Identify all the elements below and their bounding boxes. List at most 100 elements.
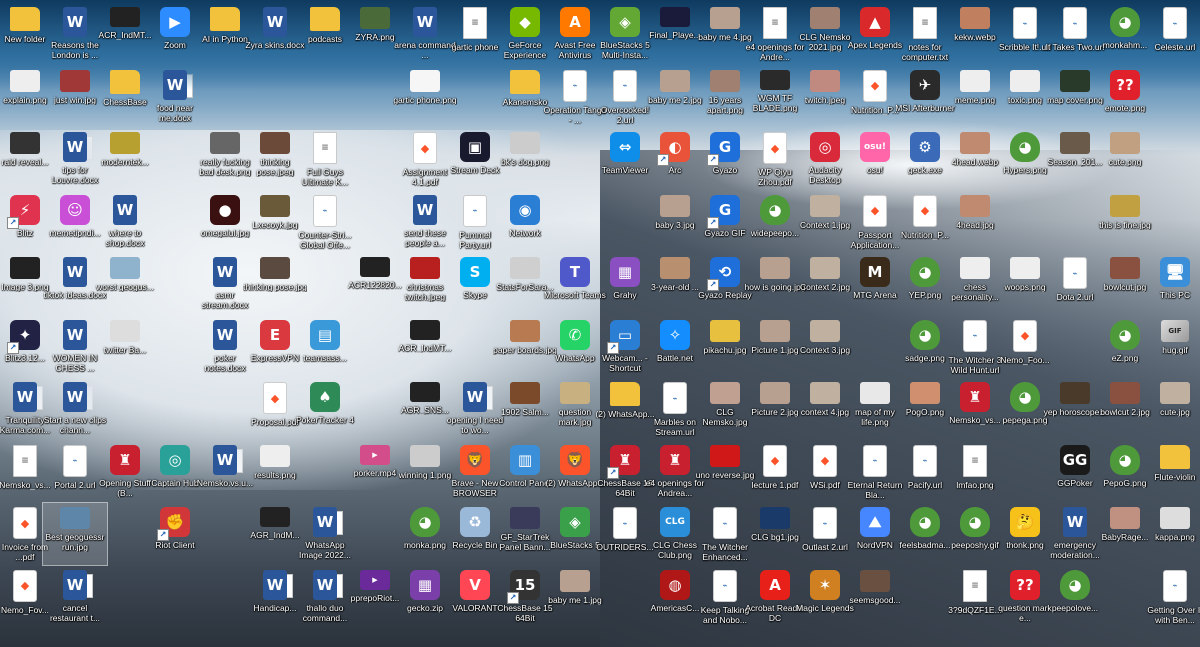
desktop-icon[interactable]: ▤ teamsass... (293, 316, 357, 378)
desktop-icon[interactable]: ⌁ Counter-Stri... Global Offe... (293, 191, 357, 253)
desktop-icon[interactable]: twitter Ba... (93, 316, 157, 378)
desktop-icon[interactable]: Best geoguessr run.jpg (42, 502, 108, 566)
pepe-image-icon: ◕ (960, 507, 990, 537)
image-file-icon (110, 132, 140, 154)
pepe-image-icon: ◕ (910, 507, 940, 537)
desktop-icon-label: WhatsApp Image 2022... (299, 540, 351, 560)
desktop-icon[interactable]: bk's dog.png (493, 128, 557, 190)
image-file-icon (1110, 507, 1140, 529)
pepe-image-icon: ◕ (1110, 319, 1140, 350)
image-file-icon (710, 444, 740, 467)
image-file-icon (510, 382, 540, 404)
expressvpn-icon: E (260, 319, 290, 350)
image-file-icon (660, 257, 690, 279)
desktop-icon[interactable]: 🖥 This PC (1143, 253, 1200, 315)
word-document-icon: W (263, 7, 293, 37)
desktop-icon-label: food near me.docx (157, 102, 193, 123)
desktop-icon[interactable]: ⌁ Getting Over It with Ben... (1143, 566, 1200, 628)
desktop-icon-label: Flute-violin (1154, 471, 1196, 482)
desktop-icon[interactable]: this is fine.jpg (1093, 191, 1157, 253)
desktop-icon[interactable]: ⌁ Celeste.url (1143, 3, 1200, 65)
desktop-icon[interactable]: Wwhere to shop.docx (93, 191, 157, 253)
image-file-icon (410, 257, 440, 279)
desktop-icon[interactable]: Context 3.jpg (793, 316, 857, 378)
word-document-icon: W (463, 382, 493, 412)
folder-icon (110, 69, 140, 94)
desktop-icon[interactable]: ♠ PokerTracker 4 (293, 378, 357, 440)
desktop-icon[interactable]: 4head.jpg (943, 191, 1007, 253)
desktop-icon[interactable]: ✊Riot Client (143, 503, 207, 565)
desktop-icon-label: moderntek... (101, 157, 149, 167)
image-file-icon (960, 7, 990, 29)
chessbase-icon: ♜ (110, 444, 140, 475)
avast-icon: A (560, 7, 590, 37)
desktop-icon[interactable]: W WhatsApp Image 2022... (293, 503, 357, 565)
desktop-icon-label: baby me 1.jpg (548, 594, 602, 605)
desktop[interactable]: New folderexplain.pngraid reveal...⚡Blit… (0, 0, 1200, 647)
desktop-icon[interactable]: ?? emote.png (1093, 66, 1157, 128)
desktop-icon[interactable]: gartic phone.png (393, 66, 457, 128)
magic-legends-icon: ✶ (810, 569, 840, 600)
image-file-icon (860, 382, 890, 404)
image-file-icon (1160, 382, 1190, 404)
desktop-icon[interactable]: ◆ Nemo_Foo... (993, 316, 1057, 378)
desktop-icon[interactable]: Flute-violin (1143, 441, 1200, 503)
desktop-icon-label: emote.png (1104, 102, 1146, 113)
desktop-icon[interactable]: GIF hug.gif (1143, 316, 1200, 378)
folder-icon (10, 7, 40, 31)
desktop-icon[interactable]: ≡ Full Guys Ultimate K... (293, 128, 357, 190)
desktop-icon[interactable]: thinking pose.jpg (243, 253, 307, 315)
image-file-icon (1060, 382, 1090, 404)
desktop-icon[interactable]: cute.jpg (1143, 378, 1200, 440)
bluestacks-icon: ◈ (610, 7, 640, 37)
word-document-icon: W (413, 194, 443, 225)
desktop-icon[interactable]: seemsgood... (843, 566, 907, 628)
desktop-icon[interactable]: ACR_IndMT... (393, 316, 457, 378)
word-document-icon: W (63, 569, 93, 600)
url-file-icon: ⌁ (1063, 7, 1087, 39)
image-file-icon (710, 69, 740, 92)
rainbow-image-icon: ☺ (60, 194, 90, 225)
recycle-bin-icon: ♻ (460, 507, 490, 537)
brave-pdf-icon: ◆ (413, 132, 437, 164)
shortcut-icon: ▭ (607, 319, 640, 354)
brave-pdf-icon: ◆ (1013, 319, 1037, 352)
desktop-icon-label: lmfao.png (956, 479, 994, 490)
url-file-icon: ⌁ (963, 319, 987, 352)
desktop-icon-label: Nemo_Foo... (1000, 354, 1050, 365)
image-file-icon (110, 319, 140, 342)
text-file-icon: ≡ (913, 7, 937, 39)
desktop-icon[interactable]: ◕ peepolove... (1043, 566, 1107, 628)
desktop-icon[interactable]: Wcancel restaurant t... (43, 566, 107, 628)
image-file-icon (10, 132, 40, 154)
image-file-icon (1110, 382, 1140, 404)
pepe-image-icon: ◕ (1110, 7, 1140, 37)
desktop-icon[interactable]: baby me 1.jpg (543, 566, 607, 628)
image-file-icon (960, 132, 990, 154)
word-document-icon: W (113, 194, 143, 225)
desktop-icon[interactable]: worst geogus... (93, 253, 157, 315)
brave-pdf-icon: ◆ (263, 382, 287, 414)
video-file-icon: ▶ (360, 444, 390, 465)
desktop-icon[interactable]: cute.png (1093, 128, 1157, 190)
folder-icon (1160, 444, 1190, 469)
desktop-icon[interactable]: moderntek... (93, 128, 157, 190)
image-file-icon (560, 382, 590, 404)
text-file-icon: ≡ (313, 132, 337, 164)
desktop-icon[interactable]: results.png (243, 441, 307, 503)
desktop-icon[interactable]: W Start a new clips chann... (43, 378, 107, 440)
desktop-icon-label: seemsgood... (849, 594, 901, 605)
teams-icon: T (560, 257, 590, 287)
desktop-icon[interactable]: ◉ Network (493, 191, 557, 253)
desktop-icon[interactable]: Wfood near me.docx (143, 66, 207, 128)
pepe-image-icon: ◕ (1110, 444, 1140, 475)
desktop-icon[interactable]: kappa.png (1143, 503, 1200, 565)
text-file-icon: ≡ (463, 7, 487, 39)
desktop-icon[interactable]: ≡ lmfao.png (943, 441, 1007, 503)
teamviewer-icon: ⇔ (610, 132, 640, 162)
desktop-icon-label: Celeste.url (1154, 42, 1196, 52)
text-file-icon: ≡ (963, 569, 987, 602)
url-file-icon: ⌁ (563, 69, 587, 102)
chessbase-icon: ♜ (660, 444, 690, 475)
brave-pdf-icon: ◆ (813, 444, 837, 477)
